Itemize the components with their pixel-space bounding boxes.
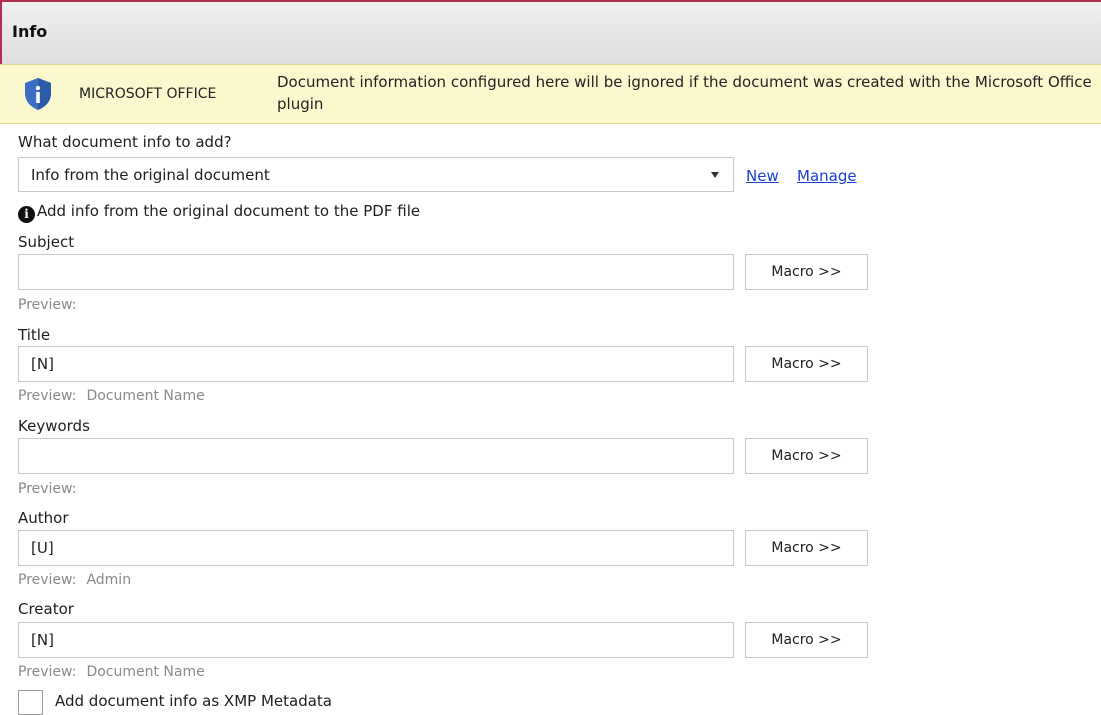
subject-macro-button[interactable]: Macro >> bbox=[745, 254, 868, 290]
author-preview: Preview: Admin bbox=[18, 572, 131, 588]
subject-input[interactable] bbox=[18, 254, 734, 290]
banner-product-name: MICROSOFT OFFICE bbox=[79, 86, 217, 102]
info-header: Info bbox=[0, 0, 1101, 64]
keywords-label: Keywords bbox=[18, 417, 90, 435]
xmp-metadata-checkbox[interactable] bbox=[18, 690, 43, 715]
creator-preview-value: Document Name bbox=[86, 664, 205, 680]
xmp-metadata-label[interactable]: Add document info as XMP Metadata bbox=[55, 692, 332, 710]
author-input[interactable] bbox=[18, 530, 734, 566]
doc-info-description-text: Add info from the original document to t… bbox=[37, 202, 421, 220]
creator-input[interactable] bbox=[18, 622, 734, 658]
creator-macro-button[interactable]: Macro >> bbox=[745, 622, 868, 658]
title-preview-label: Preview: bbox=[18, 388, 77, 404]
office-warning-banner: MICROSOFT OFFICE Document information co… bbox=[0, 64, 1101, 124]
keywords-preview: Preview: bbox=[18, 481, 86, 497]
author-macro-button[interactable]: Macro >> bbox=[745, 530, 868, 566]
new-link[interactable]: New bbox=[746, 167, 779, 185]
doc-info-label: What document info to add? bbox=[18, 133, 232, 151]
shield-info-icon bbox=[25, 78, 51, 110]
doc-info-select-value: Info from the original document bbox=[31, 166, 270, 184]
subject-preview-label: Preview: bbox=[18, 297, 77, 313]
title-macro-button[interactable]: Macro >> bbox=[745, 346, 868, 382]
creator-preview: Preview: Document Name bbox=[18, 664, 205, 680]
manage-link[interactable]: Manage bbox=[797, 167, 857, 185]
info-icon: i bbox=[18, 206, 35, 223]
creator-preview-label: Preview: bbox=[18, 664, 77, 680]
doc-info-select[interactable]: Info from the original document bbox=[18, 157, 734, 192]
doc-info-description: i Add info from the original document to … bbox=[18, 202, 420, 223]
header-title: Info bbox=[12, 22, 48, 41]
title-label: Title bbox=[18, 326, 51, 344]
banner-message: Document information configured here wil… bbox=[277, 73, 1092, 113]
author-preview-label: Preview: bbox=[18, 572, 77, 588]
keywords-macro-button[interactable]: Macro >> bbox=[745, 438, 868, 474]
subject-preview: Preview: bbox=[18, 297, 86, 313]
keywords-input[interactable] bbox=[18, 438, 734, 474]
subject-label: Subject bbox=[18, 233, 75, 251]
title-preview-value: Document Name bbox=[86, 388, 205, 404]
title-input[interactable] bbox=[18, 346, 734, 382]
author-preview-value: Admin bbox=[86, 572, 132, 588]
chevron-down-icon[interactable] bbox=[711, 172, 719, 178]
title-preview: Preview: Document Name bbox=[18, 388, 205, 404]
creator-label: Creator bbox=[18, 600, 74, 618]
keywords-preview-label: Preview: bbox=[18, 481, 77, 497]
author-label: Author bbox=[18, 509, 69, 527]
